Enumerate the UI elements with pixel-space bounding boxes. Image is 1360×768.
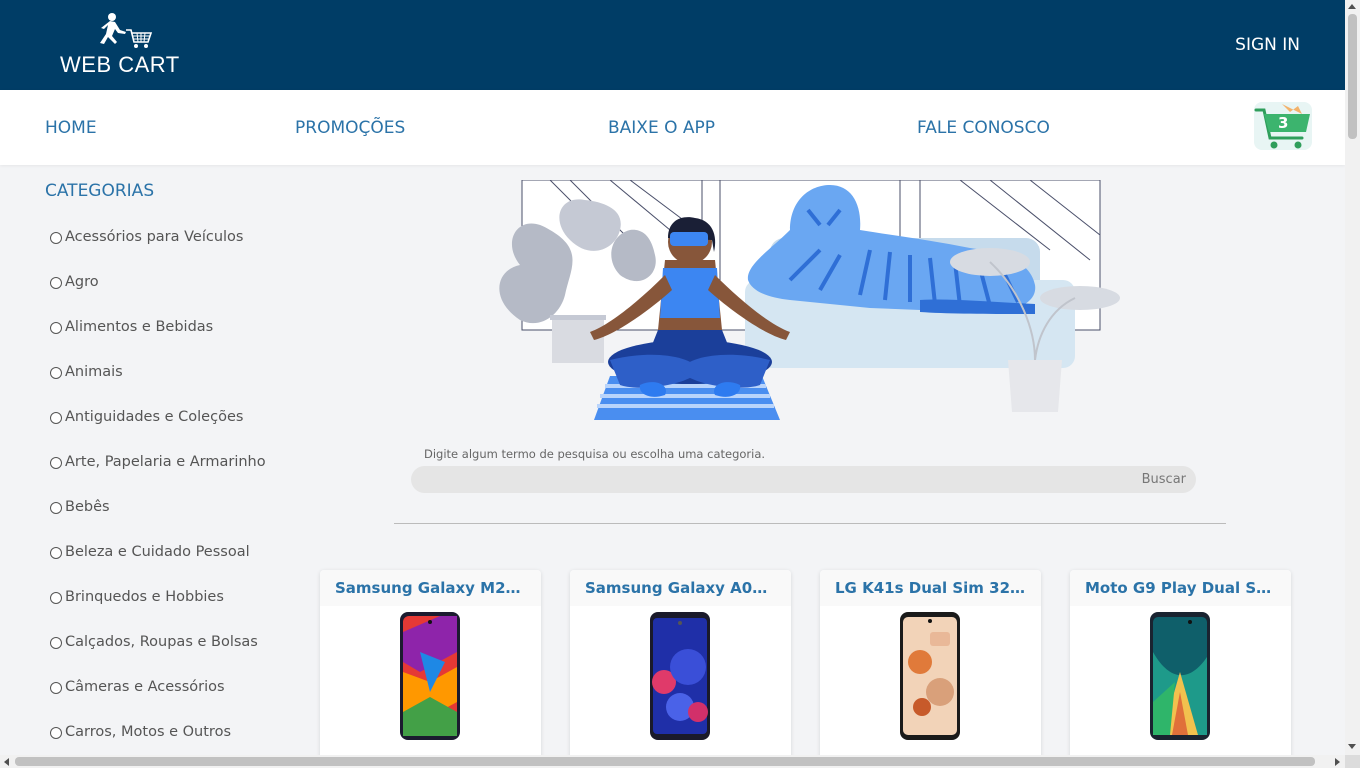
radio-button[interactable]: [50, 457, 62, 469]
hero-illustration: [499, 180, 1120, 420]
search-hint: Digite algum termo de pesquisa ou escolh…: [424, 447, 766, 461]
product-title[interactable]: Samsung Galaxy M21s ...: [320, 570, 541, 606]
category-item[interactable]: Brinquedos e Hobbies: [50, 589, 266, 634]
product-title[interactable]: LG K41s Dual Sim 32 G...: [820, 570, 1041, 606]
radio-button[interactable]: [50, 727, 62, 739]
product-title[interactable]: Samsung Galaxy A01 C...: [570, 570, 791, 606]
category-item[interactable]: Agro: [50, 274, 266, 319]
product-card[interactable]: Moto G9 Play Dual Sim...: [1070, 570, 1291, 760]
radio-button[interactable]: [50, 592, 62, 604]
scroll-up-arrow-icon[interactable]: [1348, 4, 1356, 9]
category-item[interactable]: Antiguidades e Coleções: [50, 409, 266, 454]
category-label: Agro: [65, 274, 99, 290]
phone-image-illustrated: [900, 612, 960, 740]
radio-button[interactable]: [50, 502, 62, 514]
radio-button[interactable]: [50, 682, 62, 694]
vertical-scrollbar[interactable]: [1345, 0, 1360, 755]
category-sidebar: CATEGORIAS Acessórios para Veículos Agro…: [0, 165, 300, 755]
category-label: Antiguidades e Coleções: [65, 409, 244, 425]
top-header: WEB CART SIGN IN: [0, 0, 1345, 90]
category-label: Calçados, Roupas e Bolsas: [65, 634, 258, 650]
radio-button[interactable]: [50, 547, 62, 559]
radio-button[interactable]: [50, 277, 62, 289]
phone-image-teal: [1150, 612, 1210, 740]
radio-button[interactable]: [50, 322, 62, 334]
categories-title: CATEGORIAS: [45, 181, 155, 201]
radio-button[interactable]: [50, 412, 62, 424]
category-label: Brinquedos e Hobbies: [65, 589, 224, 605]
logo[interactable]: WEB CART: [60, 12, 200, 77]
category-label: Arte, Papelaria e Armarinho: [65, 454, 266, 470]
cart-count-badge: 3: [1278, 114, 1289, 132]
scrollbar-thumb[interactable]: [15, 757, 1315, 766]
product-card[interactable]: Samsung Galaxy A01 C...: [570, 570, 791, 760]
category-item[interactable]: Animais: [50, 364, 266, 409]
category-item[interactable]: Beleza e Cuidado Pessoal: [50, 544, 266, 589]
search-button[interactable]: Buscar: [1142, 472, 1186, 487]
category-item[interactable]: Arte, Papelaria e Armarinho: [50, 454, 266, 499]
logo-text: WEB CART: [60, 52, 180, 77]
shopper-cart-icon: [100, 13, 153, 48]
category-label: Acessórios para Veículos: [65, 229, 244, 245]
category-item[interactable]: Acessórios para Veículos: [50, 229, 266, 274]
product-title[interactable]: Moto G9 Play Dual Sim...: [1070, 570, 1291, 606]
phone-image-blue: [650, 612, 710, 740]
radio-button[interactable]: [50, 637, 62, 649]
nav-baixe-o-app[interactable]: BAIXE O APP: [608, 118, 715, 138]
category-item[interactable]: Calçados, Roupas e Bolsas: [50, 634, 266, 679]
nav-fale-conosco[interactable]: FALE CONOSCO: [917, 118, 1050, 138]
nav-home[interactable]: HOME: [45, 118, 97, 138]
horizontal-scrollbar[interactable]: [0, 755, 1345, 768]
scroll-right-arrow-icon[interactable]: [1335, 758, 1340, 766]
cart-button[interactable]: 3: [1252, 98, 1316, 156]
category-label: Bebês: [65, 499, 110, 515]
category-label: Beleza e Cuidado Pessoal: [65, 544, 250, 560]
search-input[interactable]: Buscar: [411, 466, 1196, 493]
main-nav: HOME PROMOÇÕES BAIXE O APP FALE CONOSCO …: [0, 90, 1345, 165]
category-item[interactable]: Câmeras e Acessórios: [50, 679, 266, 724]
scrollbar-thumb[interactable]: [1348, 14, 1357, 139]
product-card[interactable]: Samsung Galaxy M21s ...: [320, 570, 541, 760]
scrollbar-corner: [1345, 755, 1360, 768]
radio-button[interactable]: [50, 367, 62, 379]
product-card[interactable]: LG K41s Dual Sim 32 G...: [820, 570, 1041, 760]
category-label: Carros, Motos e Outros: [65, 724, 231, 740]
divider: [394, 523, 1226, 524]
sign-in-link[interactable]: SIGN IN: [1235, 35, 1300, 55]
nav-promocoes[interactable]: PROMOÇÕES: [295, 118, 405, 138]
phone-image-colorful: [400, 612, 460, 740]
category-label: Animais: [65, 364, 123, 380]
category-label: Alimentos e Bebidas: [65, 319, 214, 335]
category-item[interactable]: Bebês: [50, 499, 266, 544]
category-list: Acessórios para Veículos Agro Alimentos …: [50, 229, 266, 768]
category-item[interactable]: Alimentos e Bebidas: [50, 319, 266, 364]
scroll-left-arrow-icon[interactable]: [4, 758, 9, 766]
radio-button[interactable]: [50, 232, 62, 244]
scroll-down-arrow-icon[interactable]: [1348, 744, 1356, 749]
category-label: Câmeras e Acessórios: [65, 679, 225, 695]
